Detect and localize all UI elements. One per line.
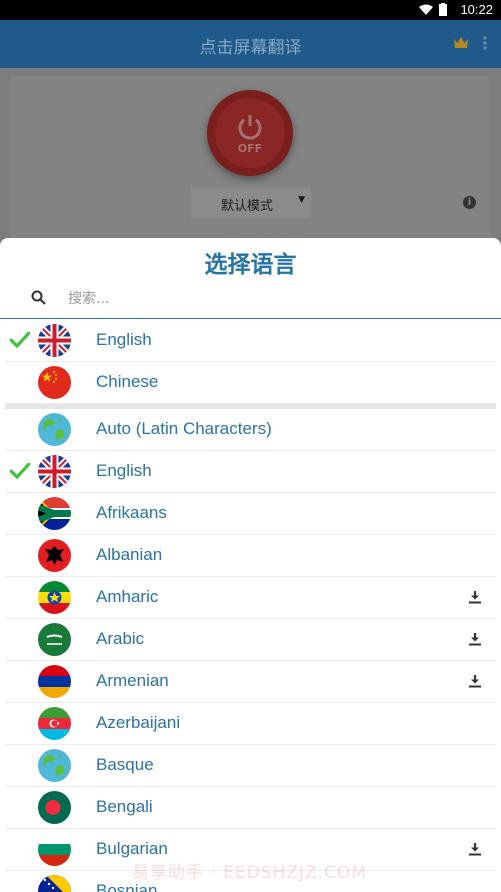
overflow-menu-icon[interactable] — [483, 36, 487, 50]
language-row[interactable]: Afrikaans — [5, 493, 496, 535]
download-icon[interactable] — [468, 673, 482, 692]
az-flag-icon — [38, 707, 71, 740]
watermark: 易享助手 · EEDSHZJZ.COM — [132, 863, 367, 883]
search-input[interactable] — [66, 287, 470, 311]
power-button[interactable]: OFF — [207, 90, 293, 176]
language-row[interactable]: Amharic — [5, 577, 496, 619]
download-icon[interactable] — [468, 841, 482, 860]
language-row[interactable]: Azerbaijani — [5, 703, 496, 745]
uk-flag-icon — [38, 324, 71, 357]
language-name: Bulgarian — [96, 839, 168, 858]
mode-select-label: 默认模式 — [221, 199, 274, 214]
crown-icon[interactable] — [453, 36, 469, 49]
status-bar: 10:22 — [0, 0, 501, 20]
checkmark-icon — [9, 331, 31, 352]
status-icons — [419, 3, 447, 16]
language-name: Amharic — [96, 587, 159, 606]
language-row[interactable]: English — [5, 320, 496, 362]
language-name: Albanian — [96, 545, 163, 564]
language-name: Basque — [96, 755, 154, 774]
app-bar: 点击屏幕翻译 — [0, 20, 501, 68]
status-time: 10:22 — [460, 2, 493, 17]
language-row[interactable]: English — [5, 451, 496, 493]
ba-flag-icon — [38, 875, 71, 892]
power-state-label: OFF — [237, 142, 263, 155]
cn-flag-icon — [38, 366, 71, 399]
bd-flag-icon — [38, 791, 71, 824]
language-name: Azerbaijani — [96, 713, 181, 732]
language-name: Afrikaans — [96, 503, 167, 522]
language-name: English — [96, 330, 152, 349]
language-picker-sheet: 选择语言 English Chinese Auto (Latin Character… — [0, 238, 501, 892]
checkmark-icon — [9, 462, 31, 483]
language-row[interactable]: Arabic — [5, 619, 496, 661]
globe-flag-icon — [38, 413, 71, 446]
uk-flag-icon — [38, 455, 71, 488]
app-title: 点击屏幕翻译 — [199, 38, 302, 58]
language-row[interactable]: Albanian — [5, 535, 496, 577]
language-list: English Chinese Auto (Latin Characters) Eng… — [0, 320, 501, 892]
battery-icon — [439, 3, 447, 16]
language-name: Bengali — [96, 797, 153, 816]
language-name: Auto (Latin Characters) — [96, 419, 272, 438]
globe-flag-icon — [38, 749, 71, 782]
et-flag-icon — [38, 581, 71, 614]
language-name: Armenian — [96, 671, 169, 690]
dropdown-arrow-icon: ▼ — [298, 195, 305, 205]
language-name: English — [96, 461, 152, 480]
za-flag-icon — [38, 497, 71, 530]
search-icon — [31, 290, 46, 305]
mode-select[interactable]: 默认模式 ▼ — [191, 188, 311, 218]
language-name: Arabic — [96, 629, 145, 648]
language-name: Chinese — [96, 372, 159, 391]
language-row[interactable]: Bengali — [5, 787, 496, 829]
language-row[interactable]: Basque — [5, 745, 496, 787]
sheet-title: 选择语言 — [204, 252, 297, 278]
language-row[interactable]: Armenian — [5, 661, 496, 703]
am-flag-icon — [38, 665, 71, 698]
bg-flag-icon — [38, 833, 71, 866]
power-button-inner — [215, 98, 285, 168]
info-icon[interactable]: i — [463, 196, 476, 209]
language-row[interactable]: Chinese — [5, 362, 496, 404]
language-row[interactable]: Auto (Latin Characters) — [5, 409, 496, 451]
search-row — [0, 282, 501, 319]
al-flag-icon — [38, 539, 71, 572]
power-icon — [238, 115, 262, 140]
sa-flag-icon — [38, 623, 71, 656]
download-icon[interactable] — [468, 589, 482, 608]
wifi-icon — [419, 4, 433, 15]
download-icon[interactable] — [468, 631, 482, 650]
